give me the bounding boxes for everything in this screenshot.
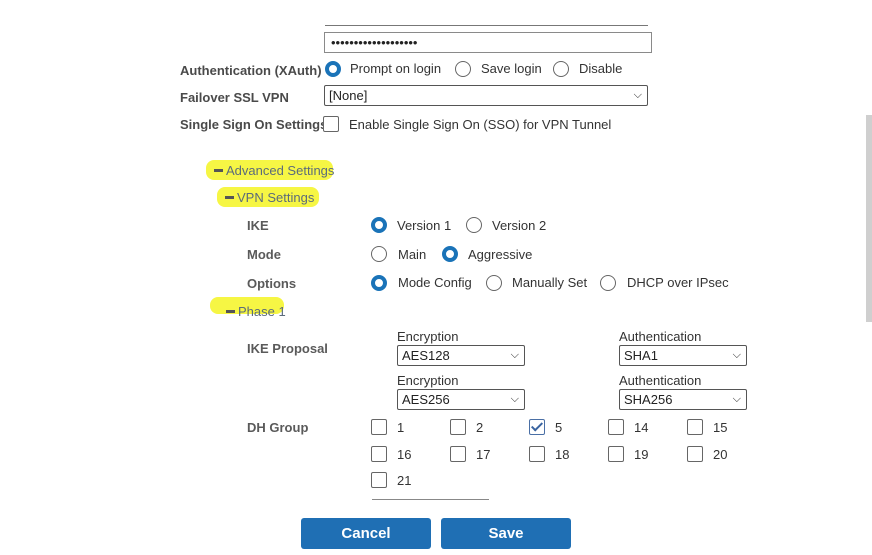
dh-checkbox-label: 2 xyxy=(476,420,484,435)
chevron-down-icon: ⌵ xyxy=(510,349,519,361)
ike-label: IKE xyxy=(247,218,269,233)
save-button[interactable]: Save xyxy=(441,518,571,549)
radio-mode-main-label: Main xyxy=(398,247,427,262)
chevron-down-icon: ⌵ xyxy=(732,393,741,405)
dh-checkbox-20[interactable] xyxy=(687,446,703,462)
radio-mode-config[interactable] xyxy=(371,275,387,291)
radio-ike-version1[interactable] xyxy=(371,217,387,233)
chevron-down-icon: ⌵ xyxy=(633,89,642,101)
vpn-settings-title: VPN Settings xyxy=(237,190,315,205)
authentication-select-2[interactable]: SHA256 ⌵ xyxy=(619,389,747,410)
advanced-settings-title: Advanced Settings xyxy=(226,163,335,178)
sso-settings-label: Single Sign On Settings xyxy=(180,117,328,132)
authentication-label: Authentication xyxy=(619,329,702,344)
radio-dhcp-over-ipsec[interactable] xyxy=(600,275,616,291)
radio-manually-set[interactable] xyxy=(486,275,502,291)
radio-mode-aggressive-label: Aggressive xyxy=(468,247,533,262)
dh-checkbox-label: 20 xyxy=(713,447,728,462)
sso-checkbox[interactable] xyxy=(323,116,339,132)
vpn-settings-toggle[interactable]: VPN Settings xyxy=(225,190,314,205)
ike-proposal-label: IKE Proposal xyxy=(247,341,328,356)
mode-label: Mode xyxy=(247,247,281,262)
radio-disable[interactable] xyxy=(553,61,569,77)
dh-checkbox-label: 17 xyxy=(476,447,491,462)
failover-ssl-vpn-label: Failover SSL VPN xyxy=(180,90,289,105)
collapse-icon xyxy=(226,310,235,314)
dh-checkbox-5[interactable] xyxy=(529,419,545,435)
radio-save-login-label: Save login xyxy=(481,61,542,76)
encryption-select-1[interactable]: AES128 ⌵ xyxy=(397,345,525,366)
radio-save-login[interactable] xyxy=(455,61,471,77)
phase1-title: Phase 1 xyxy=(238,304,286,319)
radio-mode-main[interactable] xyxy=(371,246,387,262)
dh-checkbox-18[interactable] xyxy=(529,446,545,462)
dh-checkbox-21[interactable] xyxy=(371,472,387,488)
next-field-partial xyxy=(372,499,489,500)
encryption-label: Encryption xyxy=(397,329,459,344)
dh-checkbox-label: 15 xyxy=(713,420,728,435)
chevron-down-icon: ⌵ xyxy=(510,393,519,405)
dh-checkbox-19[interactable] xyxy=(608,446,624,462)
options-label: Options xyxy=(247,276,297,291)
collapse-icon xyxy=(225,196,234,200)
failover-ssl-vpn-select[interactable]: [None] ⌵ xyxy=(324,85,648,106)
dh-checkbox-14[interactable] xyxy=(608,419,624,435)
authentication-label: Authentication xyxy=(619,373,702,388)
radio-manually-set-label: Manually Set xyxy=(512,275,588,290)
auth-xauth-label: Authentication (XAuth) xyxy=(180,63,322,78)
radio-prompt-on-login-label: Prompt on login xyxy=(350,61,442,76)
radio-disable-label: Disable xyxy=(579,61,623,76)
encryption-label: Encryption xyxy=(397,373,459,388)
sso-checkbox-label: Enable Single Sign On (SSO) for VPN Tunn… xyxy=(349,117,612,132)
dh-checkbox-15[interactable] xyxy=(687,419,703,435)
authentication-value: SHA256 xyxy=(624,392,673,407)
radio-dhcp-over-ipsec-label: DHCP over IPsec xyxy=(627,275,729,290)
cancel-button[interactable]: Cancel xyxy=(301,518,431,549)
dh-checkbox-1[interactable] xyxy=(371,419,387,435)
dh-checkbox-2[interactable] xyxy=(450,419,466,435)
phase1-toggle[interactable]: Phase 1 xyxy=(226,304,286,319)
radio-mode-config-label: Mode Config xyxy=(398,275,472,290)
dh-checkbox-label: 5 xyxy=(555,420,563,435)
dh-checkbox-label: 18 xyxy=(555,447,570,462)
scrollbar-thumb[interactable] xyxy=(866,115,872,322)
radio-mode-aggressive[interactable] xyxy=(442,246,458,262)
encryption-value: AES256 xyxy=(402,392,450,407)
dh-checkbox-label: 1 xyxy=(397,420,405,435)
encryption-select-2[interactable]: AES256 ⌵ xyxy=(397,389,525,410)
radio-prompt-on-login[interactable] xyxy=(325,61,341,77)
dh-checkbox-label: 21 xyxy=(397,473,412,488)
failover-ssl-vpn-value: [None] xyxy=(329,88,368,103)
dh-checkbox-label: 14 xyxy=(634,420,649,435)
dh-checkbox-label: 16 xyxy=(397,447,412,462)
dh-checkbox-label: 19 xyxy=(634,447,649,462)
encryption-value: AES128 xyxy=(402,348,450,363)
authentication-select-1[interactable]: SHA1 ⌵ xyxy=(619,345,747,366)
dh-group-label: DH Group xyxy=(247,420,309,435)
advanced-settings-toggle[interactable]: Advanced Settings xyxy=(214,163,334,178)
collapse-icon xyxy=(214,169,223,173)
radio-ike-version2-label: Version 2 xyxy=(492,218,547,233)
previous-field-underline xyxy=(325,25,648,26)
radio-ike-version2[interactable] xyxy=(466,217,482,233)
chevron-down-icon: ⌵ xyxy=(732,349,741,361)
dh-checkbox-16[interactable] xyxy=(371,446,387,462)
authentication-value: SHA1 xyxy=(624,348,658,363)
dh-checkbox-17[interactable] xyxy=(450,446,466,462)
password-input[interactable] xyxy=(324,32,652,53)
radio-ike-version1-label: Version 1 xyxy=(397,218,452,233)
